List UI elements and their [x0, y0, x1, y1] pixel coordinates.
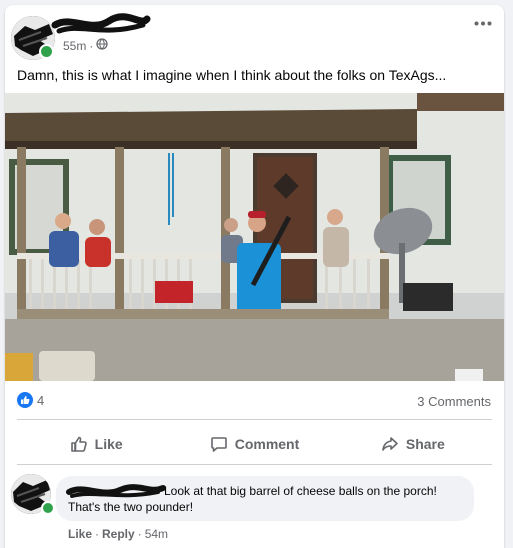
meta-separator: · [89, 38, 94, 53]
comment-reply-link[interactable]: Reply [102, 527, 135, 541]
online-status-dot [39, 44, 54, 59]
share-arrow-icon [382, 437, 398, 451]
comment-sep-1: · [95, 527, 100, 541]
ellipsis-icon [474, 21, 492, 25]
comment-button[interactable]: Comment [175, 426, 333, 462]
commenter-online-dot [41, 501, 55, 515]
like-label: Like [94, 436, 123, 452]
porch-photo-illustration [5, 93, 504, 381]
post-photo[interactable] [5, 93, 504, 381]
comment-like-link[interactable]: Like [68, 527, 92, 541]
reaction-count: 4 [37, 392, 45, 408]
post-meta: 55m · [63, 38, 108, 53]
poster-avatar[interactable] [11, 16, 55, 60]
share-button[interactable]: Share [334, 426, 492, 462]
thumbs-up-outline-icon [70, 436, 87, 452]
comment-bubble: Look at that big barrel of cheese balls … [56, 476, 474, 521]
comment-text: Look at that big barrel of cheese balls … [68, 484, 437, 514]
speech-bubble-icon [210, 437, 227, 452]
action-bar: Like Comment Share [17, 426, 492, 462]
post-text: Damn, this is what I imagine when I thin… [17, 67, 447, 83]
comment-actions: Like · Reply · 54m [68, 527, 168, 541]
reaction-summary[interactable]: 4 [17, 392, 44, 408]
comment-time[interactable]: 54m [145, 527, 168, 541]
divider-bottom [17, 464, 492, 465]
redacted-name-scribble [51, 13, 151, 34]
divider-top [17, 419, 492, 420]
share-label: Share [405, 436, 445, 452]
post-time[interactable]: 55m [63, 39, 86, 53]
like-button[interactable]: Like [17, 426, 175, 462]
comment-item: Look at that big barrel of cheese balls … [11, 474, 501, 546]
comments-count-link[interactable]: 3 Comments [417, 394, 491, 409]
more-options-button[interactable] [470, 13, 496, 33]
comment-label: Comment [234, 436, 300, 452]
globe-icon [96, 38, 108, 53]
comment-sep-2: · [137, 527, 142, 541]
thumbs-up-icon [17, 392, 33, 408]
post-card: 55m · Damn, this is what I imagine when … [5, 5, 504, 548]
